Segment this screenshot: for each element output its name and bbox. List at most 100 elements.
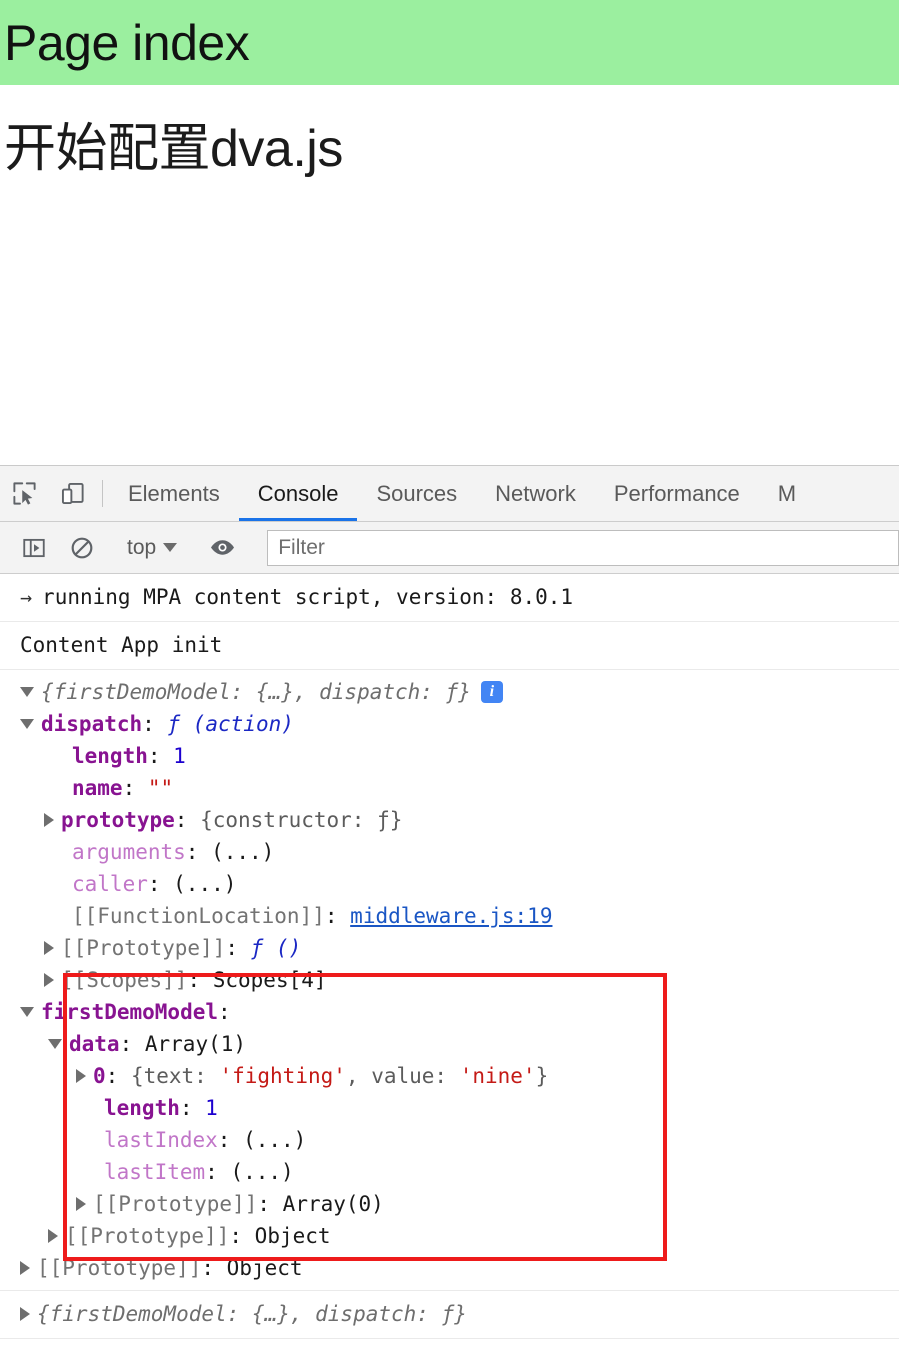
- property-name: [[Scopes]]: [61, 968, 188, 992]
- tab-console[interactable]: Console: [238, 466, 358, 521]
- device-toolbar-icon[interactable]: [48, 466, 96, 521]
- tab-network[interactable]: Network: [476, 466, 595, 521]
- disclosure-triangle-open-icon[interactable]: [48, 1039, 62, 1049]
- disclosure-triangle-open-icon[interactable]: [20, 1007, 34, 1017]
- property-name: [[Prototype]]: [61, 936, 226, 960]
- tree-row-prototype-fn[interactable]: [[Prototype]]: ƒ (): [0, 932, 899, 964]
- live-expression-icon[interactable]: [198, 534, 246, 561]
- execution-context-label: top: [127, 535, 157, 559]
- property-name: [[FunctionLocation]]: [72, 904, 325, 928]
- property-value: Object: [254, 1224, 331, 1248]
- tab-performance-label: Performance: [613, 480, 740, 506]
- page-banner-title: Page index: [4, 14, 250, 71]
- console-sidebar-icon[interactable]: [10, 535, 58, 561]
- property-value[interactable]: (...): [230, 1160, 293, 1184]
- disclosure-triangle-closed-icon[interactable]: [48, 1229, 58, 1243]
- tree-row-data[interactable]: data: Array(1): [0, 1028, 899, 1060]
- object-preview-row[interactable]: {firstDemoModel: {…}, dispatch: ƒ} i: [0, 676, 899, 708]
- tree-row-length[interactable]: length: 1: [0, 740, 899, 772]
- tab-sources[interactable]: Sources: [357, 466, 476, 521]
- property-name: lastItem: [104, 1160, 206, 1184]
- page-heading: 开始配置dva.js: [4, 120, 343, 178]
- tab-sources-label: Sources: [376, 480, 458, 506]
- property-value[interactable]: (...): [173, 872, 236, 896]
- tree-row-function-location[interactable]: [[FunctionLocation]]: middleware.js:19: [0, 900, 899, 932]
- disclosure-triangle-closed-icon[interactable]: [44, 813, 54, 827]
- source-link[interactable]: middleware.js:19: [350, 904, 552, 928]
- disclosure-triangle-open-icon[interactable]: [20, 687, 34, 697]
- tree-row-arguments[interactable]: arguments: (...): [0, 836, 899, 868]
- clear-console-icon[interactable]: [58, 535, 106, 561]
- property-name: [[Prototype]]: [93, 1192, 258, 1216]
- property-name: [[Prototype]]: [37, 1256, 202, 1280]
- property-value: 1: [205, 1096, 218, 1120]
- console-message-object-collapsed[interactable]: {firstDemoModel: {…}, dispatch: ƒ}: [0, 1291, 899, 1339]
- object-preview-text: {firstDemoModel: {…}, dispatch: ƒ}: [41, 680, 471, 704]
- disclosure-triangle-closed-icon[interactable]: [20, 1261, 30, 1275]
- property-name: [[Prototype]]: [65, 1224, 230, 1248]
- tree-row-array-length[interactable]: length: 1: [0, 1092, 899, 1124]
- property-value[interactable]: (...): [243, 1128, 306, 1152]
- console-prompt[interactable]: >: [0, 1339, 899, 1351]
- disclosure-triangle-closed-icon[interactable]: [44, 973, 54, 987]
- console-message[interactable]: Content App init: [0, 622, 899, 670]
- tree-row-last-item[interactable]: lastItem: (...): [0, 1156, 899, 1188]
- property-value: Scopes[4]: [212, 968, 327, 992]
- disclosure-triangle-closed-icon[interactable]: [76, 1197, 86, 1211]
- console-message-object-expanded[interactable]: {firstDemoModel: {…}, dispatch: ƒ} i dis…: [0, 670, 899, 1291]
- devtools-tabbar: Elements Console Sources Network Perform…: [0, 466, 899, 522]
- console-message-text: running MPA content script, version: 8.0…: [42, 585, 574, 609]
- property-name: data: [69, 1032, 120, 1056]
- inspect-element-icon[interactable]: [0, 466, 48, 521]
- object-literal-open: {text:: [130, 1064, 220, 1088]
- tree-row-prototype-object-inner[interactable]: [[Prototype]]: Object: [0, 1220, 899, 1252]
- property-value: Array(1): [144, 1032, 247, 1056]
- web-page-content: Page index 开始配置dva.js: [0, 0, 899, 465]
- disclosure-triangle-closed-icon[interactable]: [20, 1307, 30, 1321]
- string-value-text: 'fighting': [219, 1064, 346, 1088]
- property-value: {constructor: ƒ}: [200, 808, 403, 832]
- tab-performance[interactable]: Performance: [595, 466, 759, 521]
- property-value: 1: [173, 744, 186, 768]
- tree-row-last-index[interactable]: lastIndex: (...): [0, 1124, 899, 1156]
- tab-network-label: Network: [495, 480, 576, 506]
- property-name: lastIndex: [104, 1128, 218, 1152]
- tab-elements-label: Elements: [128, 480, 220, 506]
- console-message-text: Content App init: [20, 633, 223, 657]
- tree-row-dispatch[interactable]: dispatch: ƒ (action): [0, 708, 899, 740]
- tree-row-array-item-0[interactable]: 0: {text: 'fighting', value: 'nine'}: [0, 1060, 899, 1092]
- disclosure-triangle-closed-icon[interactable]: [44, 941, 54, 955]
- disclosure-triangle-open-icon[interactable]: [20, 719, 34, 729]
- property-name: caller: [72, 872, 148, 896]
- property-name: prototype: [61, 808, 175, 832]
- tree-row-prototype-array[interactable]: [[Prototype]]: Array(0): [0, 1188, 899, 1220]
- property-name: name: [72, 776, 123, 800]
- tab-memory[interactable]: M: [759, 466, 815, 521]
- filter-input[interactable]: [267, 529, 899, 566]
- tree-row-prototype-object-outer[interactable]: [[Prototype]]: Object: [0, 1252, 899, 1284]
- arrow-prefix-icon: →: [20, 585, 33, 609]
- object-literal-close: }: [535, 1064, 549, 1088]
- execution-context-dropdown[interactable]: top: [119, 536, 185, 560]
- tab-console-label: Console: [257, 480, 339, 506]
- property-value: Array(0): [282, 1192, 384, 1216]
- tree-row-scopes[interactable]: [[Scopes]]: Scopes[4]: [0, 964, 899, 996]
- disclosure-triangle-closed-icon[interactable]: [76, 1069, 86, 1083]
- tree-row-caller[interactable]: caller: (...): [0, 868, 899, 900]
- property-value: "": [147, 776, 174, 800]
- console-message[interactable]: → running MPA content script, version: 8…: [0, 574, 899, 622]
- tree-row-first-demo-model[interactable]: firstDemoModel:: [0, 996, 899, 1028]
- info-badge-icon[interactable]: i: [480, 681, 503, 703]
- property-value: Object: [226, 1256, 303, 1280]
- tree-row-name[interactable]: name: "": [0, 772, 899, 804]
- property-name: firstDemoModel: [41, 1000, 219, 1024]
- property-value[interactable]: (...): [211, 840, 274, 864]
- object-preview-text: {firstDemoModel: {…}, dispatch: ƒ}: [37, 1302, 467, 1326]
- console-toolbar: top: [0, 522, 899, 574]
- property-name: length: [72, 744, 148, 768]
- tree-row-prototype[interactable]: prototype: {constructor: ƒ}: [0, 804, 899, 836]
- property-value: ƒ (): [250, 936, 302, 960]
- tab-elements[interactable]: Elements: [109, 466, 239, 521]
- array-index: 0: [93, 1064, 106, 1088]
- property-name: arguments: [72, 840, 186, 864]
